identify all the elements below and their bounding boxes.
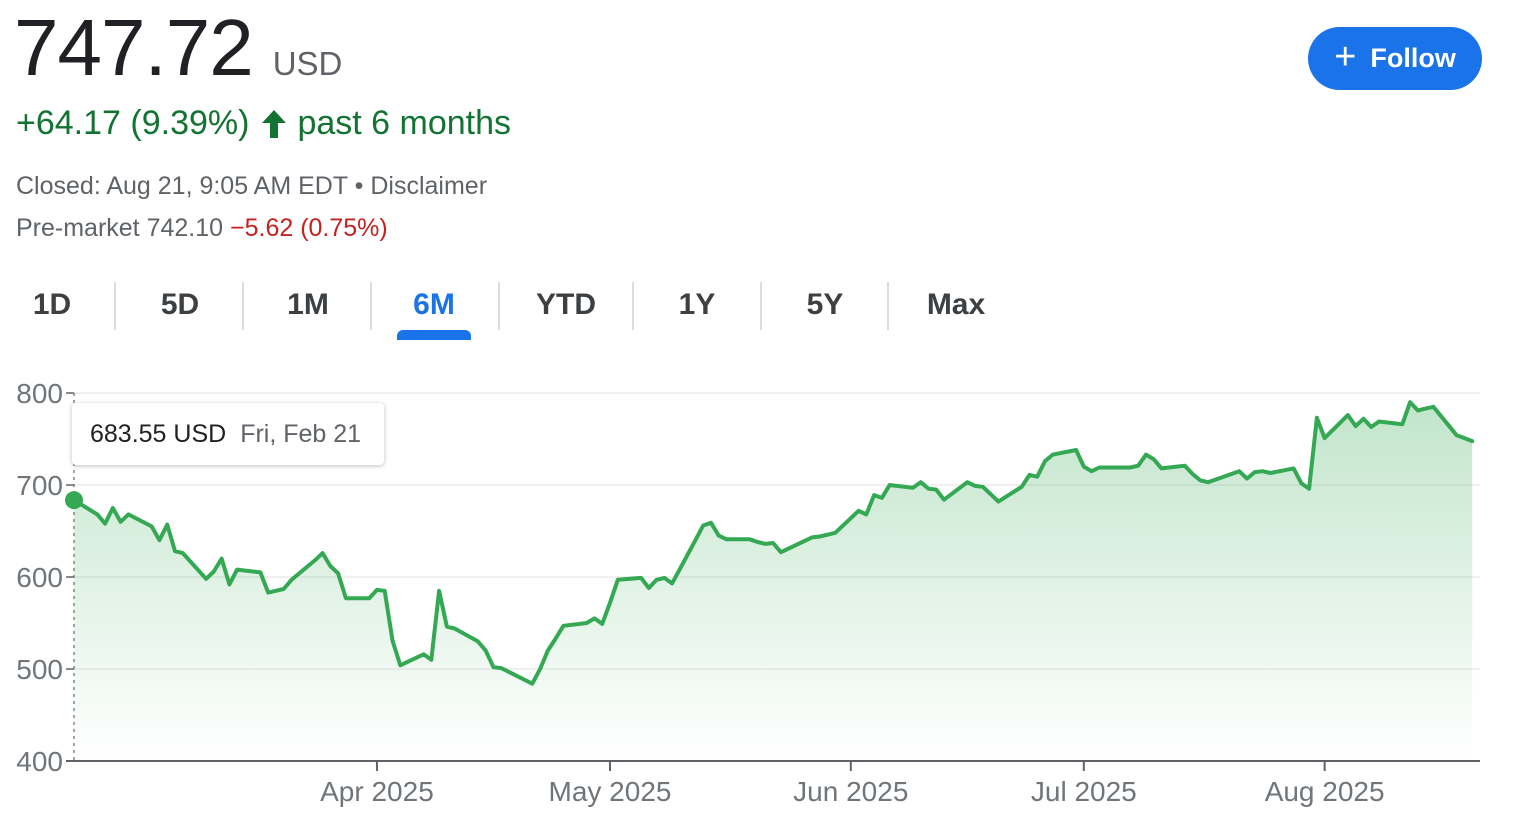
disclaimer-link[interactable]: Disclaimer (370, 172, 487, 200)
x-tick-label: Apr 2025 (320, 776, 434, 807)
tab-divider (370, 282, 372, 330)
tab-ytd[interactable]: YTD (524, 280, 608, 330)
plus-icon: + (1334, 35, 1357, 78)
tab-1m[interactable]: 1M (272, 280, 344, 330)
tooltip-value: 683.55 USD (90, 419, 227, 448)
y-tick-label: 600 (16, 562, 63, 593)
chart-tooltip: 683.55 USD Fri, Feb 21 (72, 403, 384, 465)
y-tick-label: 500 (16, 654, 63, 685)
tab-max[interactable]: Max (912, 280, 1000, 330)
active-tab-indicator (397, 330, 471, 340)
currency-label: USD (272, 45, 343, 82)
current-price: 747.72 (14, 3, 254, 92)
hover-point (65, 491, 83, 510)
premarket-price: Pre-market 742.10 (16, 214, 224, 242)
tab-divider (632, 282, 634, 330)
y-tick-label: 700 (16, 470, 63, 501)
tab-divider (760, 282, 762, 330)
tab-divider (114, 282, 116, 330)
tab-1d[interactable]: 1D (20, 280, 84, 330)
x-tick-label: Jul 2025 (1031, 776, 1137, 807)
price-change-row: +64.17 (9.39%) past 6 months (16, 104, 511, 143)
tab-5d[interactable]: 5D (146, 280, 214, 330)
premarket-change: −5.62 (0.75%) (230, 214, 388, 242)
closed-info: Closed: Aug 21, 9:05 AM EDT • Disclaimer (16, 172, 487, 201)
tab-5y[interactable]: 5Y (792, 280, 858, 330)
tab-divider (242, 282, 244, 330)
tab-divider (887, 282, 889, 330)
y-tick-label: 800 (16, 378, 63, 409)
tab-6m[interactable]: 6M (397, 280, 471, 330)
x-tick-label: Aug 2025 (1265, 776, 1385, 807)
tab-divider (498, 282, 500, 330)
follow-label: Follow (1370, 43, 1456, 73)
tooltip-date: Fri, Feb 21 (240, 419, 362, 448)
change-period: past 6 months (297, 104, 511, 142)
tab-1y[interactable]: 1Y (664, 280, 730, 330)
premarket-info: Pre-market 742.10 −5.62 (0.75%) (16, 214, 388, 243)
separator-bullet: • (354, 172, 364, 200)
x-tick-label: May 2025 (549, 776, 672, 807)
arrow-up-icon (262, 109, 287, 138)
price-row: 747.72 USD (14, 6, 342, 90)
x-tick-label: Jun 2025 (793, 776, 908, 807)
follow-button[interactable]: + Follow (1308, 27, 1482, 90)
price-change: +64.17 (9.39%) (16, 104, 250, 142)
closed-text: Closed: Aug 21, 9:05 AM EDT (16, 172, 348, 200)
y-tick-label: 400 (16, 746, 63, 777)
